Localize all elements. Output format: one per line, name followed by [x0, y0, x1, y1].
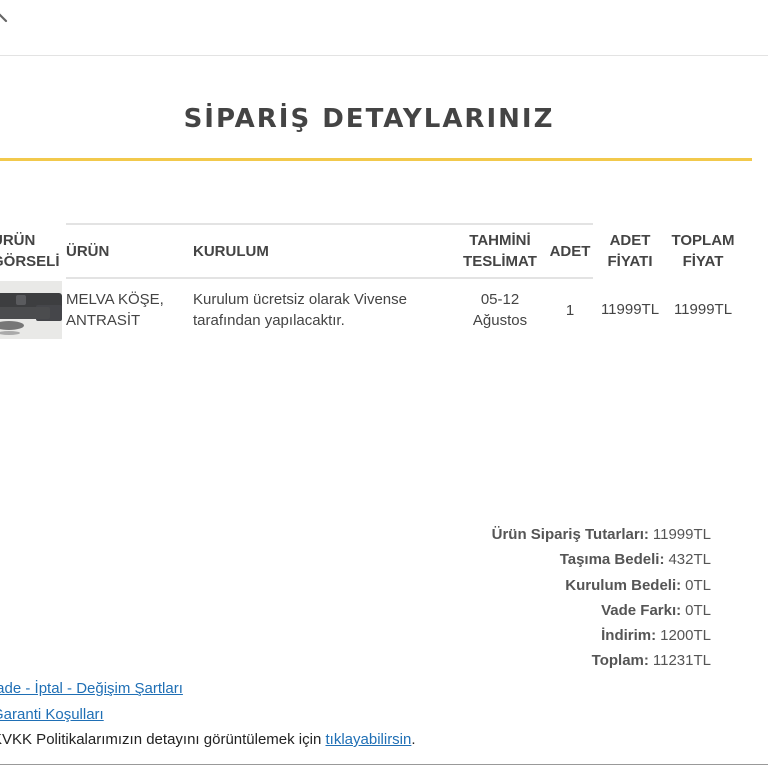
bottom-divider	[0, 764, 768, 765]
col-header-product: ÜRÜN	[66, 223, 193, 279]
summary-label: Toplam:	[591, 652, 649, 670]
table-row: MELVA KÖŞE, ANTRASİT Kurulum ücretsiz ol…	[0, 278, 739, 341]
summary-label: Taşıma Bedeli:	[559, 551, 665, 569]
col-header-image: ÜRÜN GÖRSELİ	[0, 232, 60, 270]
summary-label: Ürün Sipariş Tutarları:	[491, 526, 649, 543]
col-header-total-price: TOPLAM FİYAT	[671, 232, 735, 270]
summary-row-subtotal: Ürün Sipariş Tutarları: 11999TL	[300, 522, 711, 547]
summary-row-assembly: Kurulum Bedeli: 0TL	[300, 573, 711, 598]
order-table: ÜRÜN GÖRSELİ ÜRÜN KURULUM TAHMİNİ TESLİM…	[0, 223, 739, 341]
delivery-estimate: 05-12 Ağustos	[472, 291, 528, 329]
table-header-row: ÜRÜN GÖRSELİ ÜRÜN KURULUM TAHMİNİ TESLİM…	[0, 223, 739, 279]
chevron-left-icon[interactable]	[0, 12, 10, 26]
summary-row-interest: Vade Farkı: 0TL	[300, 598, 711, 623]
order-summary: Ürün Sipariş Tutarları: 11999TL Taşıma B…	[300, 522, 711, 674]
summary-value: 1200TL	[660, 627, 711, 645]
col-header-assembly: KURULUM	[193, 223, 453, 279]
summary-value: 432TL	[668, 551, 711, 569]
summary-value: 11999TL	[652, 526, 711, 543]
title-divider	[0, 158, 752, 161]
assembly-info: Kurulum ücretsiz olarak Vivense tarafınd…	[193, 291, 407, 329]
warranty-terms-link[interactable]: Garanti Koşulları	[0, 706, 104, 723]
summary-label: Kurulum Bedeli:	[565, 576, 682, 594]
unit-price-value: 11999TL	[600, 301, 660, 318]
summary-row-discount: İndirim: 1200TL	[300, 623, 711, 648]
col-header-delivery: TAHMİNİ TESLİMAT	[453, 223, 547, 279]
top-bar	[0, 0, 768, 56]
summary-value: 0TL	[685, 576, 711, 594]
kvkk-link[interactable]: tıklayabilirsin	[326, 731, 412, 748]
kvkk-text: KVKK Politikalarımızın detayını görüntül…	[0, 731, 326, 748]
summary-label: İndirim:	[601, 627, 657, 645]
summary-row-shipping: Taşıma Bedeli: 432TL	[300, 547, 711, 572]
col-header-unit-price: ADET FİYATI	[607, 232, 653, 270]
product-image-cell	[0, 278, 66, 341]
quantity-value: 1	[565, 301, 575, 319]
summary-row-total: Toplam: 11231TL	[300, 648, 711, 673]
total-price-value: 11999TL	[673, 301, 733, 318]
summary-value: 11231TL	[652, 652, 711, 670]
returns-policy-link[interactable]: İade - İptal - Değişim Şartları	[0, 680, 183, 697]
summary-value: 0TL	[685, 601, 711, 619]
page-title: SİPARİŞ DETAYLARINIZ	[183, 104, 555, 134]
summary-label: Vade Farkı:	[601, 601, 682, 619]
col-header-quantity: ADET	[547, 223, 593, 279]
kvkk-end: .	[411, 731, 416, 748]
footer-links: İade - İptal - Değişim Şartları Garanti …	[0, 676, 416, 753]
product-thumbnail[interactable]	[0, 280, 62, 339]
product-name: MELVA KÖŞE, ANTRASİT	[66, 291, 164, 329]
